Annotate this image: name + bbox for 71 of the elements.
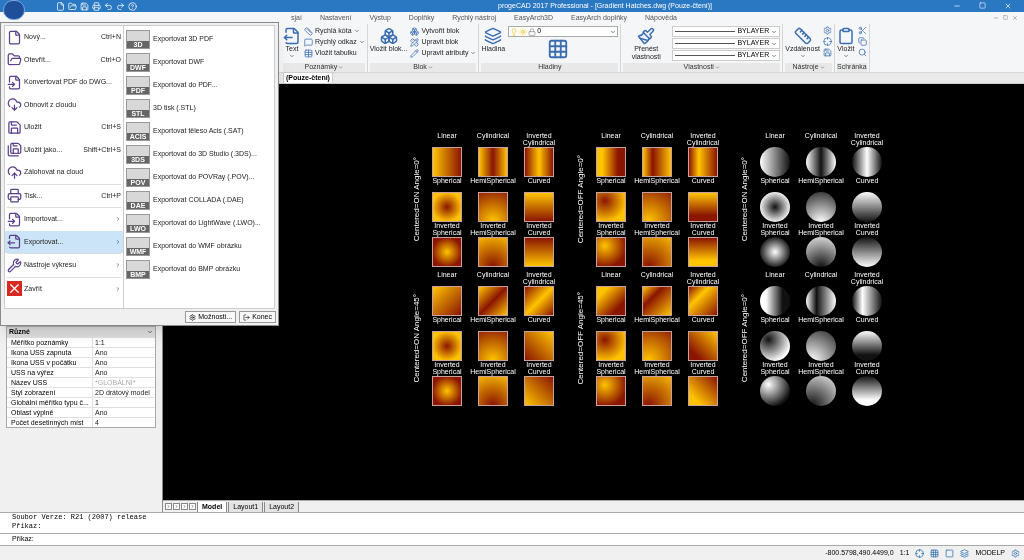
block-caption: Centered=ON Angle=0° bbox=[411, 157, 422, 242]
quick-access-icon[interactable] bbox=[92, 1, 101, 11]
minimize-icon[interactable] bbox=[953, 2, 961, 10]
ribbon-tool-icon bbox=[484, 27, 503, 45]
maximize-icon[interactable] bbox=[979, 2, 986, 9]
ribbon-tool-icon bbox=[793, 27, 812, 45]
ribbon-tool-icon bbox=[304, 26, 313, 36]
menu-item-icon bbox=[7, 257, 22, 273]
menu-item-icon bbox=[7, 97, 22, 113]
tab-scroll-icon[interactable] bbox=[173, 503, 180, 510]
block-caption: Centered=OFF Angle=45° bbox=[575, 292, 586, 385]
block-caption: Centered=OFF Angle=0° bbox=[575, 155, 586, 244]
ribbon-tool-icon bbox=[637, 27, 656, 45]
status-toggle-icon[interactable] bbox=[960, 548, 970, 558]
caret-icon bbox=[289, 53, 295, 59]
block-caption: Centered=ON Angle=0° bbox=[739, 157, 750, 242]
menu-item-icon bbox=[7, 29, 22, 45]
menu-item-icon bbox=[7, 211, 22, 227]
ribbon-tool-icon bbox=[410, 26, 420, 36]
caret-icon bbox=[714, 65, 720, 70]
quick-access-icon[interactable] bbox=[104, 1, 113, 11]
status-toggle-icon[interactable] bbox=[930, 548, 940, 558]
caret-icon bbox=[842, 53, 849, 59]
tool-icon[interactable] bbox=[822, 48, 832, 57]
menu-item-icon bbox=[7, 234, 22, 250]
lock-icon bbox=[528, 27, 537, 36]
menu-item-icon bbox=[7, 119, 22, 135]
menu-item-icon bbox=[7, 52, 22, 68]
sun-icon bbox=[519, 27, 528, 36]
tab-scroll-icon[interactable] bbox=[181, 503, 188, 510]
quick-access-icon[interactable] bbox=[116, 1, 125, 11]
options-icon bbox=[189, 313, 197, 321]
ribbon-tool-icon bbox=[379, 27, 398, 45]
tool-icon[interactable] bbox=[822, 26, 832, 35]
tool-icon[interactable] bbox=[857, 48, 867, 57]
ribbon-tool-icon bbox=[304, 48, 313, 58]
ribbon-tool-icon bbox=[410, 48, 420, 58]
caret-icon bbox=[427, 65, 433, 70]
caret-icon bbox=[470, 50, 477, 56]
ribbon-tool-icon bbox=[410, 37, 420, 47]
tool-icon[interactable] bbox=[822, 37, 832, 46]
quick-access-icon[interactable] bbox=[68, 1, 77, 11]
ribbon-tool-icon bbox=[283, 27, 301, 45]
ribbon-tool-icon bbox=[836, 27, 855, 45]
caret-icon bbox=[610, 28, 617, 35]
menu-item-icon bbox=[7, 142, 22, 158]
quick-access-icon[interactable] bbox=[56, 1, 65, 11]
caret-icon bbox=[819, 65, 825, 70]
block-caption: Centered=ON Angle=45° bbox=[411, 294, 422, 383]
tool-icon[interactable] bbox=[857, 37, 867, 46]
tab-scroll-icon[interactable] bbox=[189, 503, 196, 510]
menu-item-icon bbox=[7, 74, 22, 90]
block-caption: Centered=OFF Angle=0° bbox=[739, 294, 750, 383]
tool-icon[interactable] bbox=[857, 26, 867, 35]
lightbulb-icon bbox=[510, 27, 519, 36]
status-toggle-icon[interactable] bbox=[915, 548, 925, 558]
collapse-icon bbox=[147, 329, 153, 335]
caret-icon bbox=[799, 53, 806, 59]
restore-icon[interactable] bbox=[1003, 15, 1008, 20]
caret-icon bbox=[338, 65, 344, 70]
exit-icon bbox=[243, 313, 251, 321]
status-toggle-icon[interactable] bbox=[945, 548, 955, 558]
quick-access-icon[interactable] bbox=[128, 1, 137, 11]
settings-icon[interactable] bbox=[1011, 548, 1020, 558]
quick-access-icon[interactable] bbox=[80, 1, 89, 11]
close-icon[interactable] bbox=[1012, 15, 1018, 21]
tab-scroll-icon[interactable] bbox=[165, 503, 172, 510]
menu-item-icon bbox=[7, 188, 22, 204]
menu-item-icon bbox=[7, 281, 22, 297]
menu-item-icon bbox=[7, 164, 22, 180]
ribbon-tool-icon bbox=[304, 37, 313, 47]
